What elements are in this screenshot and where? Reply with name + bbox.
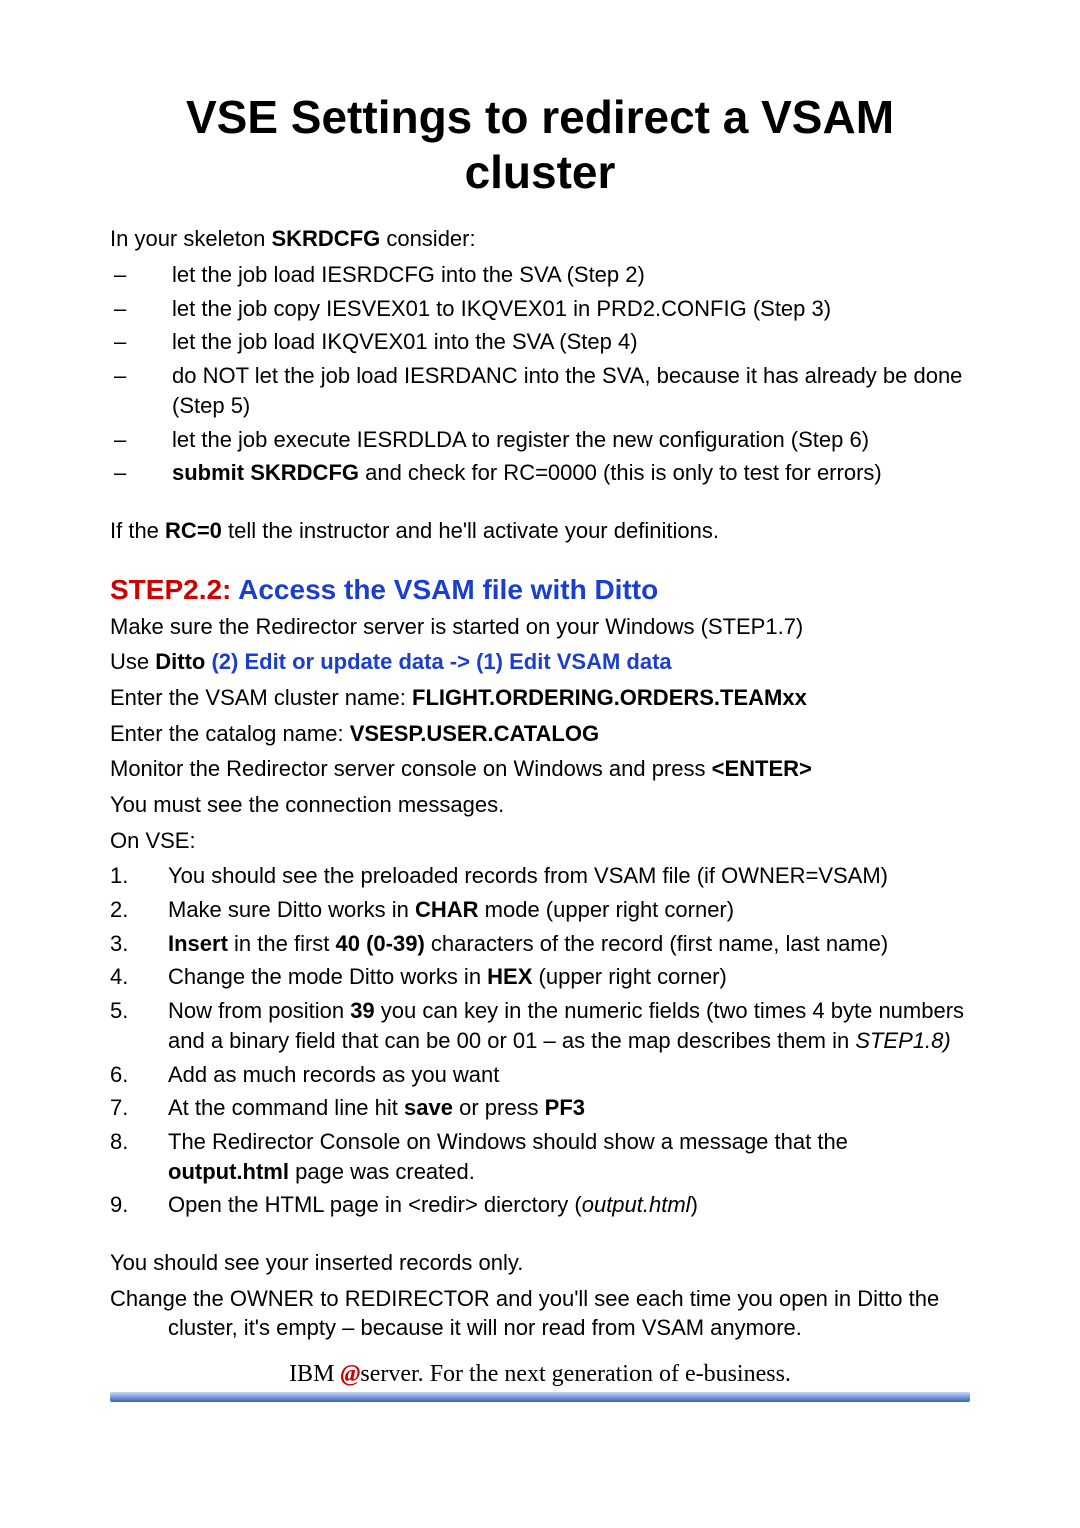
list-item: 8.The Redirector Console on Windows shou… — [110, 1127, 970, 1186]
dash-marker: – — [110, 260, 172, 290]
cluster-prefix: Enter the VSAM cluster name: — [110, 685, 412, 710]
closing-2: Change the OWNER to REDIRECTOR and you'l… — [110, 1284, 970, 1343]
use-blue: (2) Edit or update data -> (1) Edit VSAM… — [205, 649, 671, 674]
number-marker: 8. — [110, 1127, 168, 1186]
intro-bold: SKRDCFG — [271, 226, 380, 251]
rc-bold: RC=0 — [165, 518, 222, 543]
catalog-prefix: Enter the catalog name: — [110, 721, 350, 746]
line-must-see: You must see the connection messages. — [110, 790, 970, 820]
dash-list: –let the job load IESRDCFG into the SVA … — [110, 260, 970, 488]
line-catalog: Enter the catalog name: VSESP.USER.CATAL… — [110, 719, 970, 749]
monitor-bold: <ENTER> — [712, 756, 812, 781]
rc-suffix: tell the instructor and he'll activate y… — [222, 518, 719, 543]
line-on-vse: On VSE: — [110, 826, 970, 856]
dash-marker: – — [110, 361, 172, 420]
footer-tagline: IBM @server. For the next generation of … — [110, 1361, 970, 1392]
list-item-text: The Redirector Console on Windows should… — [168, 1127, 970, 1186]
footer-at-icon: @ — [340, 1361, 360, 1387]
number-marker: 9. — [110, 1190, 168, 1220]
number-marker: 2. — [110, 895, 168, 925]
list-item-text: You should see the preloaded records fro… — [168, 861, 970, 891]
list-item-text: Make sure Ditto works in CHAR mode (uppe… — [168, 895, 970, 925]
rc-line: If the RC=0 tell the instructor and he'l… — [110, 516, 970, 546]
list-item: –let the job copy IESVEX01 to IKQVEX01 i… — [110, 294, 970, 324]
footer: IBM @server. For the next generation of … — [110, 1361, 970, 1402]
line-monitor: Monitor the Redirector server console on… — [110, 754, 970, 784]
list-item: –let the job load IESRDCFG into the SVA … — [110, 260, 970, 290]
list-item: –let the job execute IESRDLDA to registe… — [110, 425, 970, 455]
list-item-text: submit SKRDCFG and check for RC=0000 (th… — [172, 458, 970, 488]
number-marker: 4. — [110, 962, 168, 992]
footer-bar — [110, 1392, 970, 1402]
footer-rest: For the next generation of e-business. — [424, 1361, 791, 1387]
list-item: 3. Insert in the first 40 (0-39) charact… — [110, 929, 970, 959]
step-heading: STEP2.2: Access the VSAM file with Ditto — [110, 574, 970, 606]
number-marker: 6. — [110, 1060, 168, 1090]
list-item-text: Add as much records as you want — [168, 1060, 970, 1090]
monitor-prefix: Monitor the Redirector server console on… — [110, 756, 712, 781]
footer-ibm: IBM — [289, 1361, 340, 1387]
dash-marker: – — [110, 425, 172, 455]
intro-prefix: In your skeleton — [110, 226, 271, 251]
list-item-text: At the command line hit save or press PF… — [168, 1093, 970, 1123]
catalog-bold: VSESP.USER.CATALOG — [350, 721, 599, 746]
list-item-text: Now from position 39 you can key in the … — [168, 996, 970, 1055]
number-marker: 5. — [110, 996, 168, 1055]
list-item: 2.Make sure Ditto works in CHAR mode (up… — [110, 895, 970, 925]
step-label: STEP2.2: — [110, 574, 231, 605]
dash-marker: – — [110, 458, 172, 488]
line-make-sure: Make sure the Redirector server is start… — [110, 612, 970, 642]
step-title: Access the VSAM file with Ditto — [231, 574, 658, 605]
list-item-text: let the job copy IESVEX01 to IKQVEX01 in… — [172, 294, 970, 324]
list-item: –let the job load IKQVEX01 into the SVA … — [110, 327, 970, 357]
rc-prefix: If the — [110, 518, 165, 543]
use-prefix: Use — [110, 649, 155, 674]
list-item: 7.At the command line hit save or press … — [110, 1093, 970, 1123]
list-item: 9.Open the HTML page in <redir> dierctor… — [110, 1190, 970, 1220]
list-item-text: Open the HTML page in <redir> dierctory … — [168, 1190, 970, 1220]
cluster-bold: FLIGHT.ORDERING.ORDERS.TEAMxx — [412, 685, 807, 710]
list-item-text: Insert in the first 40 (0-39) characters… — [168, 929, 970, 959]
intro-line: In your skeleton SKRDCFG consider: — [110, 224, 970, 254]
list-item-text: do NOT let the job load IESRDANC into th… — [172, 361, 970, 420]
number-marker: 1. — [110, 861, 168, 891]
list-item: 1.You should see the preloaded records f… — [110, 861, 970, 891]
footer-server: server. — [360, 1361, 423, 1387]
list-item: 5.Now from position 39 you can key in th… — [110, 996, 970, 1055]
intro-suffix: consider: — [380, 226, 475, 251]
closing-1: You should see your inserted records onl… — [110, 1248, 970, 1278]
list-item: –do NOT let the job load IESRDANC into t… — [110, 361, 970, 420]
list-item-text: let the job load IKQVEX01 into the SVA (… — [172, 327, 970, 357]
page-title: VSE Settings to redirect a VSAM cluster — [110, 90, 970, 200]
list-item: 6.Add as much records as you want — [110, 1060, 970, 1090]
line-cluster: Enter the VSAM cluster name: FLIGHT.ORDE… — [110, 683, 970, 713]
dash-marker: – — [110, 294, 172, 324]
list-item-text: let the job load IESRDCFG into the SVA (… — [172, 260, 970, 290]
number-marker: 7. — [110, 1093, 168, 1123]
list-item-text: Change the mode Ditto works in HEX (uppe… — [168, 962, 970, 992]
list-item: 4.Change the mode Ditto works in HEX (up… — [110, 962, 970, 992]
document-page: VSE Settings to redirect a VSAM cluster … — [0, 0, 1080, 1528]
list-item-text: let the job execute IESRDLDA to register… — [172, 425, 970, 455]
number-marker: 3. — [110, 929, 168, 959]
list-item: –submit SKRDCFG and check for RC=0000 (t… — [110, 458, 970, 488]
use-ditto: Ditto — [155, 649, 205, 674]
numbered-list: 1.You should see the preloaded records f… — [110, 861, 970, 1220]
line-use-ditto: Use Ditto (2) Edit or update data -> (1)… — [110, 647, 970, 677]
dash-marker: – — [110, 327, 172, 357]
